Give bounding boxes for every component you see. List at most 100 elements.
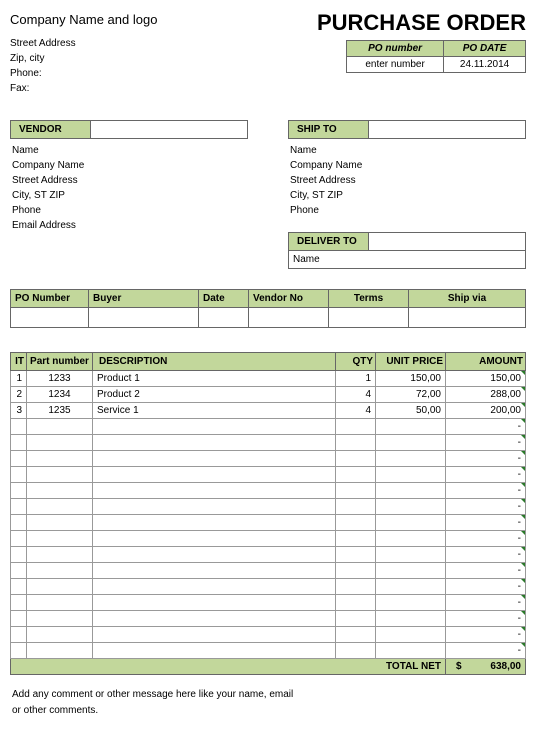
item-cell[interactable] [27,610,93,626]
item-cell[interactable] [93,562,336,578]
item-cell[interactable] [376,530,446,546]
po-info-cell[interactable] [89,307,199,327]
item-cell[interactable] [11,594,27,610]
item-cell[interactable] [93,610,336,626]
item-cell[interactable] [27,466,93,482]
item-cell[interactable]: 1 [11,370,27,386]
item-cell[interactable]: - [446,642,526,658]
item-cell[interactable] [93,498,336,514]
item-cell[interactable]: 3 [11,402,27,418]
item-cell[interactable] [336,466,376,482]
item-cell[interactable] [336,594,376,610]
item-cell[interactable] [27,498,93,514]
item-cell[interactable]: - [446,610,526,626]
item-cell[interactable] [336,546,376,562]
item-cell[interactable] [11,466,27,482]
item-cell[interactable] [376,466,446,482]
item-cell[interactable] [93,578,336,594]
item-cell[interactable]: 72,00 [376,386,446,402]
item-cell[interactable] [11,626,27,642]
po-date-value[interactable]: 24.11.2014 [444,57,526,73]
item-cell[interactable] [11,450,27,466]
item-cell[interactable]: 1234 [27,386,93,402]
item-cell[interactable] [11,610,27,626]
item-cell[interactable]: 4 [336,386,376,402]
item-cell[interactable] [336,418,376,434]
item-cell[interactable]: 4 [336,402,376,418]
item-cell[interactable] [11,514,27,530]
item-cell[interactable] [336,610,376,626]
item-cell[interactable]: 50,00 [376,402,446,418]
item-cell[interactable] [11,434,27,450]
item-cell[interactable] [93,434,336,450]
item-cell[interactable]: Product 2 [93,386,336,402]
item-cell[interactable] [336,578,376,594]
item-cell[interactable]: 150,00 [376,370,446,386]
item-cell[interactable] [27,434,93,450]
item-cell[interactable] [11,418,27,434]
item-cell[interactable]: 1 [336,370,376,386]
item-cell[interactable] [376,482,446,498]
item-cell[interactable] [11,482,27,498]
item-cell[interactable] [376,626,446,642]
item-cell[interactable] [27,594,93,610]
item-cell[interactable] [11,562,27,578]
item-cell[interactable] [376,642,446,658]
item-cell[interactable]: - [446,498,526,514]
item-cell[interactable] [27,546,93,562]
item-cell[interactable]: 1235 [27,402,93,418]
item-cell[interactable] [336,530,376,546]
item-cell[interactable] [93,514,336,530]
item-cell[interactable]: - [446,418,526,434]
item-cell[interactable]: - [446,626,526,642]
item-cell[interactable] [336,482,376,498]
item-cell[interactable] [11,498,27,514]
item-cell[interactable] [336,450,376,466]
item-cell[interactable]: 2 [11,386,27,402]
item-cell[interactable] [376,514,446,530]
po-number-value[interactable]: enter number [347,57,444,73]
item-cell[interactable]: 150,00 [446,370,526,386]
item-cell[interactable] [336,434,376,450]
item-cell[interactable]: - [446,546,526,562]
item-cell[interactable] [336,626,376,642]
item-cell[interactable] [376,546,446,562]
item-cell[interactable] [11,546,27,562]
item-cell[interactable]: - [446,594,526,610]
item-cell[interactable]: 200,00 [446,402,526,418]
item-cell[interactable] [93,626,336,642]
item-cell[interactable] [93,530,336,546]
po-info-cell[interactable] [409,307,526,327]
item-cell[interactable] [11,530,27,546]
item-cell[interactable] [376,610,446,626]
item-cell[interactable] [27,482,93,498]
item-cell[interactable]: - [446,482,526,498]
item-cell[interactable] [336,498,376,514]
item-cell[interactable] [27,514,93,530]
item-cell[interactable] [27,626,93,642]
item-cell[interactable] [93,466,336,482]
item-cell[interactable] [336,514,376,530]
item-cell[interactable]: Service 1 [93,402,336,418]
item-cell[interactable] [27,642,93,658]
item-cell[interactable] [93,642,336,658]
po-info-cell[interactable] [249,307,329,327]
item-cell[interactable] [336,642,376,658]
item-cell[interactable]: - [446,562,526,578]
item-cell[interactable] [11,578,27,594]
item-cell[interactable] [93,546,336,562]
item-cell[interactable]: 288,00 [446,386,526,402]
item-cell[interactable] [27,450,93,466]
item-cell[interactable] [27,530,93,546]
item-cell[interactable] [376,578,446,594]
item-cell[interactable] [93,450,336,466]
item-cell[interactable] [93,418,336,434]
item-cell[interactable] [376,498,446,514]
item-cell[interactable]: - [446,466,526,482]
item-cell[interactable] [376,418,446,434]
item-cell[interactable] [376,594,446,610]
item-cell[interactable] [376,562,446,578]
item-cell[interactable]: 1233 [27,370,93,386]
item-cell[interactable]: - [446,450,526,466]
item-cell[interactable]: - [446,578,526,594]
